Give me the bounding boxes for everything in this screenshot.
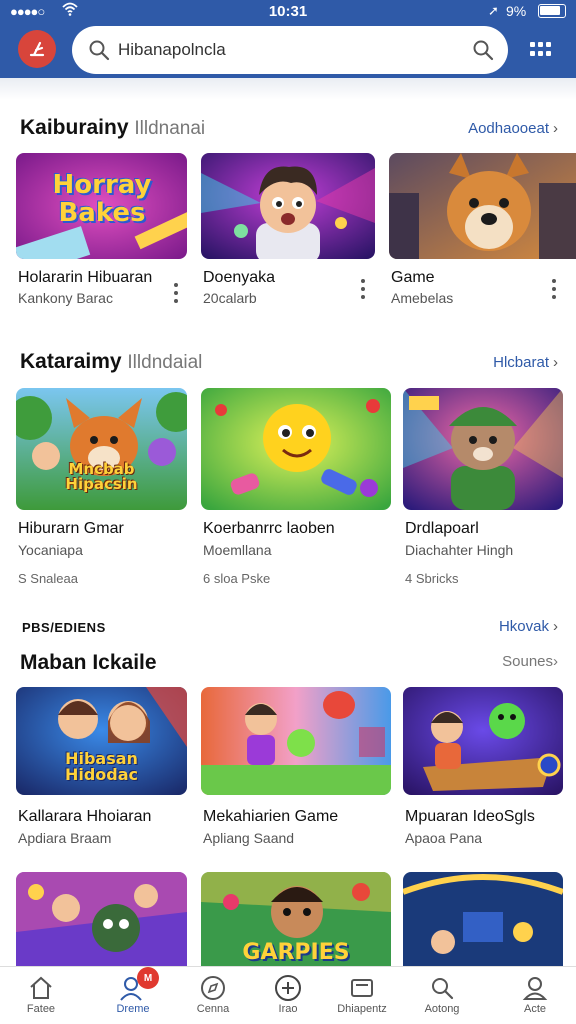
game-thumbnail (201, 388, 391, 510)
card-meta: S Snaleaa (18, 571, 78, 586)
card-title: Mekahiarien Game (203, 808, 339, 825)
section-title-text: Kaiburainy (20, 116, 129, 139)
thumbnail-art-text: Hibasan Hidodac (64, 749, 139, 784)
more-options-icon[interactable] (551, 279, 557, 301)
section-title: Kataraimy Illdndaial (20, 350, 202, 374)
game-thumbnail: Horray Bakes (16, 153, 187, 259)
card-subtitle: 20calarb (203, 290, 257, 306)
app-logo[interactable] (18, 30, 56, 68)
game-thumbnail (403, 388, 563, 510)
card-subtitle: Apaoa Pana (405, 830, 483, 846)
section-see-all-link[interactable]: Sounes› (502, 653, 558, 670)
user-icon (522, 977, 548, 1000)
game-thumbnail (201, 687, 391, 795)
section-subtitle: Illdnanai (134, 118, 206, 139)
section-see-all-link[interactable]: Hlcbarat › (493, 354, 558, 371)
card-title: Mpuaran IdeoSgls (405, 808, 535, 825)
nav-label: Dreme (116, 1003, 150, 1015)
nav-label: Acte (523, 1003, 546, 1015)
nav-label: Fatee (26, 1003, 56, 1015)
more-options-icon[interactable] (173, 283, 179, 305)
card-meta: 6 sloa Pske (203, 571, 271, 586)
chevron-right-icon: › (553, 618, 558, 635)
see-all-label: Aodhaooeat (468, 120, 549, 137)
see-all-label: Sounes (502, 653, 553, 670)
apps-grid-icon[interactable] (528, 40, 554, 60)
top-app-bar: ●●●●○ 10:31 ➚ 9% (0, 0, 576, 78)
section-overline: PBS/EDIENS (22, 620, 106, 635)
game-thumbnail: Mncbab Hipacsin (16, 388, 187, 510)
search-icon (432, 978, 454, 1000)
more-options-icon[interactable] (360, 279, 366, 301)
game-thumbnail (403, 872, 563, 966)
section-see-all-link[interactable]: Aodhaooeat › (468, 120, 558, 137)
nav-irao[interactable]: Irao (256, 967, 320, 1024)
location-arrow-icon: ➚ (488, 3, 499, 18)
nav-aotong[interactable]: Aotong (410, 967, 474, 1024)
battery-icon (538, 4, 566, 18)
game-thumbnail (403, 687, 563, 795)
nav-label: Aotong (424, 1003, 460, 1015)
card-title: Hiburarn Gmar (18, 520, 124, 537)
search-icon (89, 40, 110, 61)
status-bar: ●●●●○ 10:31 ➚ 9% (0, 0, 576, 24)
tray-icon (351, 979, 373, 997)
nav-dreme[interactable]: M Dreme (101, 967, 165, 1024)
overline-link-label: Hkovak (498, 618, 549, 635)
chevron-right-icon: › (553, 120, 558, 137)
section-title: Kaiburainy Illdnanai (20, 116, 205, 140)
card-title: Koerbanrrc laoben (203, 520, 335, 537)
chevron-right-icon: › (553, 354, 558, 371)
search-bar[interactable] (72, 26, 508, 74)
card-subtitle: Yocaniapa (18, 542, 83, 558)
nav-dhiapentz[interactable]: Dhiapentz (330, 967, 394, 1024)
thumbnail-art-text: GARPIES (242, 940, 350, 965)
nav-label: Dhiapentz (337, 1003, 387, 1015)
header-shadow (0, 78, 576, 100)
game-thumbnail (389, 153, 576, 259)
nav-home[interactable]: Fatee (9, 967, 73, 1024)
game-thumbnail (201, 153, 375, 259)
section-overline-link[interactable]: Hkovak › (499, 618, 558, 635)
bottom-navigation: Fatee M Dreme Cenna Irao Dhiapentz Aoton… (0, 966, 576, 1024)
nav-cenna[interactable]: Cenna (181, 967, 245, 1024)
card-title: Holararin Hibuaran (18, 269, 153, 286)
card-subtitle: Amebelas (391, 290, 454, 306)
card-title: Game (391, 269, 435, 286)
card-title: Kallarara Hhoiaran (18, 808, 152, 825)
card-title: Drdlapoarl (405, 520, 479, 537)
thumbnail-art-text: Horray Bakes (52, 170, 152, 228)
section-title: Maban Ickaile (20, 651, 157, 675)
nav-label: Irao (278, 1003, 298, 1015)
search-submit-icon[interactable] (472, 39, 494, 61)
notification-badge: M (137, 967, 159, 989)
compass-icon (201, 976, 225, 1000)
card-subtitle: Moemllana (203, 542, 272, 558)
battery-percent: 9% (506, 3, 527, 19)
chevron-right-icon: › (553, 653, 558, 670)
card-meta: 4 Sbricks (405, 571, 459, 586)
card-subtitle: Apliang Saand (203, 830, 295, 846)
section-title-text: Maban Ickaile (20, 651, 157, 674)
plus-circle-icon (275, 975, 301, 1001)
card-title: Doenyaka (203, 269, 276, 286)
section-title-text: Kataraimy (20, 350, 122, 373)
nav-label: Cenna (196, 1003, 230, 1015)
thumbnail-art-text: Mncbab Hipacsin (65, 460, 138, 493)
game-thumbnail: GARPIES (201, 872, 391, 966)
home-icon (30, 976, 52, 999)
card-subtitle: Apdiara Braam (18, 830, 112, 846)
logo-mark-icon (29, 41, 45, 57)
nav-acte[interactable]: Acte (503, 967, 567, 1024)
game-thumbnail: Hibasan Hidodac (16, 687, 187, 795)
section-subtitle: Illdndaial (127, 352, 203, 373)
game-thumbnail (16, 872, 187, 966)
card-subtitle: Kankony Barac (18, 290, 113, 306)
card-subtitle: Diachahter Hingh (405, 542, 514, 558)
search-input[interactable] (118, 36, 448, 64)
see-all-label: Hlcbarat (493, 354, 549, 371)
